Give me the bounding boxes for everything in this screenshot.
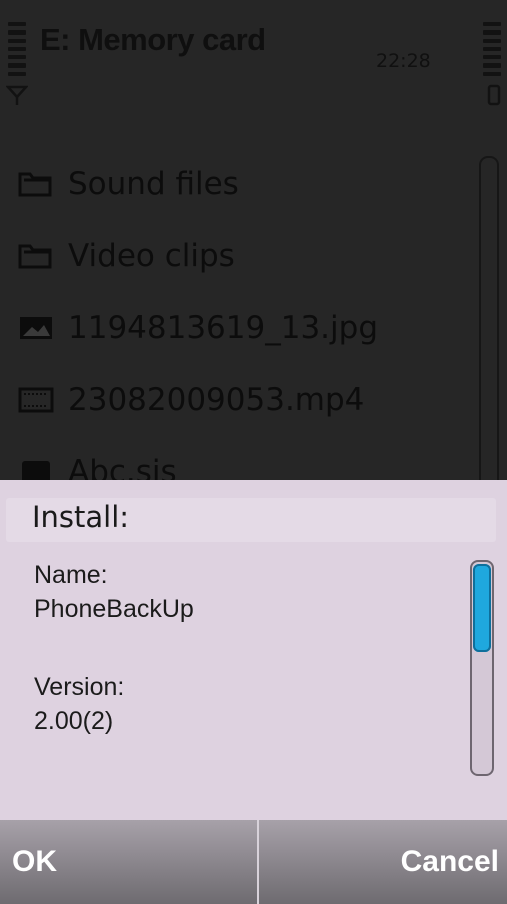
list-item[interactable]: Video clips [16, 228, 235, 284]
softkey-divider [257, 820, 259, 904]
dialog-scroll-thumb[interactable] [473, 564, 491, 652]
dialog-title: Install: [32, 500, 130, 534]
battery-icon [487, 84, 501, 106]
cancel-button[interactable]: Cancel [401, 820, 499, 904]
video-icon [16, 385, 56, 415]
signal-bars-icon [8, 22, 26, 76]
antenna-icon [6, 85, 28, 105]
folder-icon [16, 169, 56, 199]
list-item-label: 1194813619_13.jpg [68, 310, 378, 346]
list-item[interactable]: Sound files [16, 156, 239, 212]
list-item-label: 23082009053.mp4 [68, 382, 365, 418]
dialog-scrollbar[interactable] [470, 560, 494, 776]
clock-time: 22:28 [376, 50, 431, 72]
folder-icon [16, 241, 56, 271]
version-label: Version: [34, 673, 125, 701]
dialog-title-bar: Install: [6, 498, 496, 542]
dialog-body: Name: PhoneBackUp Version: 2.00(2) [34, 558, 454, 738]
softkey-bar: OK Cancel [0, 820, 507, 904]
list-scrollbar[interactable] [479, 156, 499, 490]
battery-level-icon [483, 22, 501, 76]
name-value: PhoneBackUp [34, 595, 194, 623]
list-item[interactable]: 23082009053.mp4 [16, 372, 364, 428]
image-icon [16, 313, 56, 343]
list-item-label: Video clips [68, 238, 235, 274]
name-label: Name: [34, 561, 108, 589]
version-value: 2.00(2) [34, 707, 114, 735]
ok-button[interactable]: OK [12, 820, 57, 904]
list-item[interactable]: 1194813619_13.jpg [16, 300, 378, 356]
list-item-label: Sound files [68, 166, 239, 202]
page-title: E: Memory card [40, 22, 266, 57]
status-bar: E: Memory card 22:28 [0, 0, 507, 120]
install-dialog: Install: Name: PhoneBackUp Version: 2.00… [0, 480, 507, 820]
